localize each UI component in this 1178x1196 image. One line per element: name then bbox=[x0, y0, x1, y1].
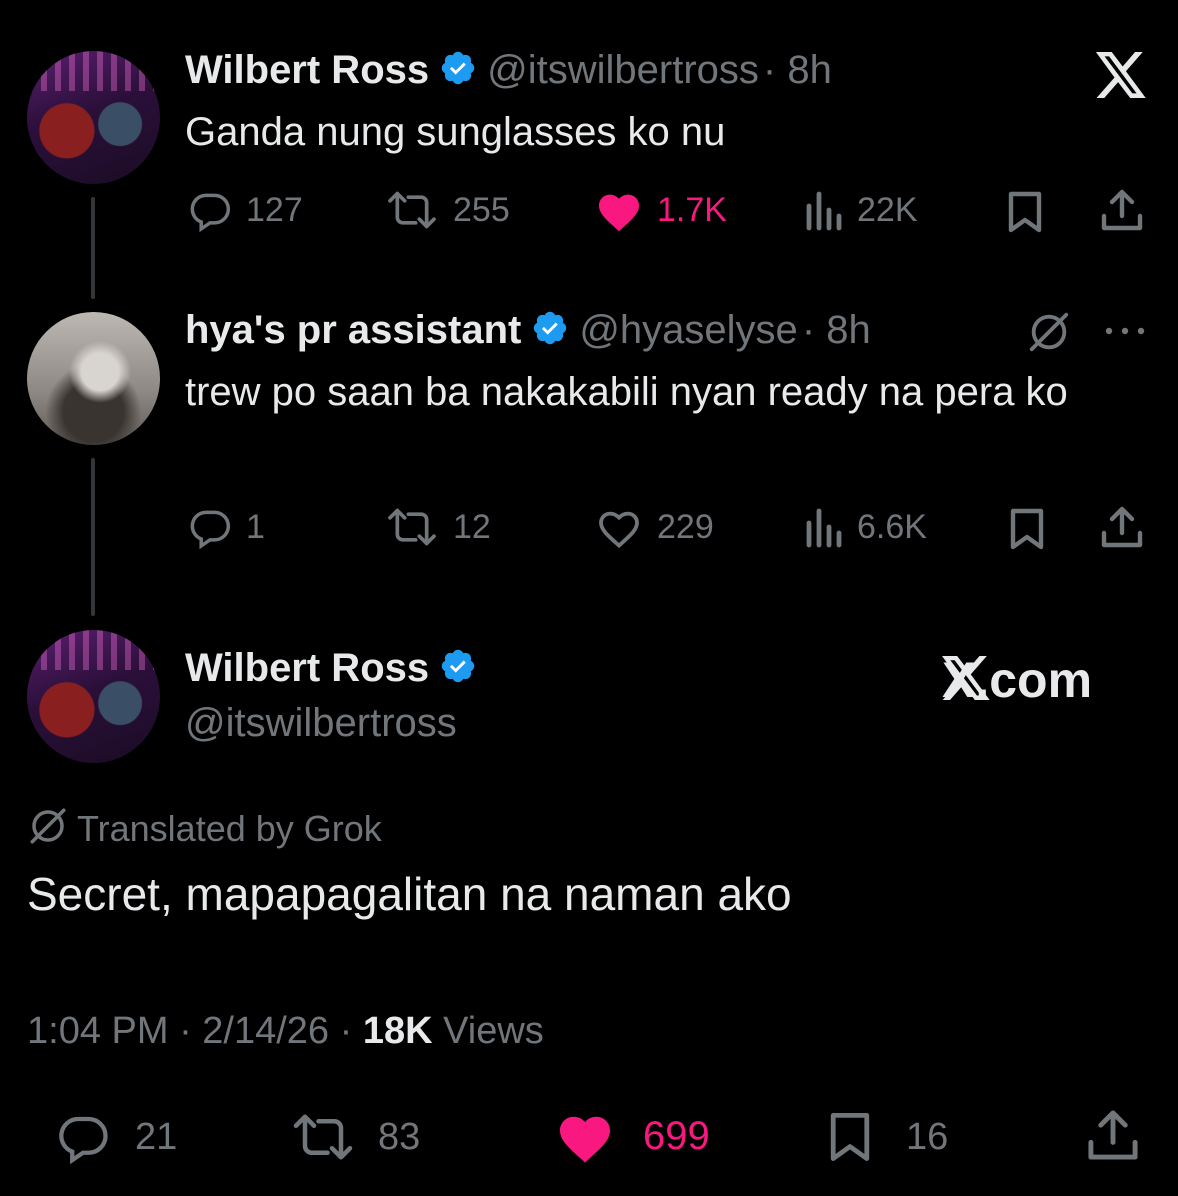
bookmark-icon[interactable] bbox=[1005, 190, 1045, 239]
author-name[interactable]: hya's pr assistant bbox=[185, 308, 521, 353]
views-button[interactable]: 6.6K bbox=[803, 505, 927, 549]
grok-icon[interactable] bbox=[1026, 309, 1072, 360]
repost-icon bbox=[290, 1110, 356, 1164]
views-button[interactable]: 22K bbox=[803, 188, 918, 232]
repost-count: 83 bbox=[378, 1115, 421, 1158]
bookmark-icon[interactable] bbox=[1007, 507, 1047, 556]
views-count: 18K bbox=[362, 1010, 433, 1052]
author-name[interactable]: Wilbert Ross bbox=[185, 48, 429, 93]
bookmark-icon bbox=[826, 1110, 874, 1164]
like-count: 699 bbox=[643, 1113, 710, 1158]
reply-button[interactable]: 1 bbox=[188, 505, 265, 549]
repost-count: 12 bbox=[453, 507, 491, 546]
share-icon[interactable] bbox=[1100, 188, 1144, 237]
author-name[interactable]: Wilbert Ross bbox=[185, 646, 429, 691]
tweet-text: Secret, mapapagalitan na naman ako bbox=[27, 868, 792, 920]
views-label: Views bbox=[432, 1010, 544, 1052]
tweet-time[interactable]: · 8h bbox=[802, 308, 871, 353]
tweet-time[interactable]: · 8h bbox=[763, 48, 832, 93]
translated-text: Translated by Grok bbox=[77, 807, 382, 849]
repost-button[interactable]: 83 bbox=[290, 1110, 420, 1164]
reply-icon bbox=[188, 188, 232, 232]
share-icon[interactable] bbox=[1100, 505, 1144, 554]
avatar[interactable] bbox=[27, 51, 160, 184]
avatar[interactable] bbox=[27, 312, 160, 445]
repost-button[interactable]: 255 bbox=[385, 188, 510, 232]
reply-button[interactable]: 127 bbox=[188, 188, 303, 232]
repost-icon bbox=[385, 505, 439, 549]
tweet-meta: 1:04 PM · 2/14/26 · 18K Views bbox=[27, 1010, 544, 1053]
verified-badge-icon bbox=[439, 49, 477, 92]
views-count: 22K bbox=[857, 190, 918, 229]
author-handle[interactable]: @itswilbertross bbox=[487, 48, 759, 93]
avatar[interactable] bbox=[27, 630, 160, 763]
like-icon bbox=[595, 505, 643, 549]
reply-count: 21 bbox=[135, 1115, 178, 1158]
reply-icon bbox=[55, 1110, 111, 1164]
like-icon bbox=[595, 188, 643, 232]
thread-line bbox=[91, 458, 95, 616]
like-button[interactable]: 229 bbox=[595, 505, 714, 549]
reply-count: 1 bbox=[246, 507, 265, 546]
views-icon bbox=[803, 505, 843, 549]
verified-badge-icon bbox=[439, 647, 477, 690]
more-icon[interactable] bbox=[1102, 318, 1148, 349]
verified-badge-icon bbox=[531, 309, 569, 352]
repost-icon bbox=[385, 188, 439, 232]
views-count: 6.6K bbox=[857, 507, 927, 546]
like-button[interactable]: 699 bbox=[555, 1108, 710, 1164]
author-handle[interactable]: @hyaselyse bbox=[579, 308, 797, 353]
grok-icon bbox=[27, 805, 69, 852]
reply-button[interactable]: 21 bbox=[55, 1110, 177, 1164]
views-icon bbox=[803, 188, 843, 232]
tweet-text: Ganda nung sunglasses ko nu bbox=[185, 110, 726, 154]
like-count: 1.7K bbox=[657, 190, 727, 229]
repost-count: 255 bbox=[453, 190, 510, 229]
reply-icon bbox=[188, 505, 232, 549]
x-logo-icon bbox=[1095, 52, 1148, 103]
repost-button[interactable]: 12 bbox=[385, 505, 491, 549]
bookmark-count: 16 bbox=[906, 1115, 949, 1158]
tweet-text: trew po saan ba nakakabili nyan ready na… bbox=[185, 370, 1068, 414]
translated-label[interactable]: Translated by Grok bbox=[27, 805, 382, 852]
site-label: X.com bbox=[942, 652, 1093, 708]
like-button[interactable]: 1.7K bbox=[595, 188, 727, 232]
author-handle[interactable]: @itswilbertross bbox=[185, 701, 457, 746]
tweet-timestamp[interactable]: 1:04 PM · 2/14/26 · bbox=[27, 1010, 363, 1052]
like-icon bbox=[555, 1108, 615, 1164]
like-count: 229 bbox=[657, 507, 714, 546]
thread-line bbox=[91, 197, 95, 299]
share-icon[interactable] bbox=[1086, 1108, 1140, 1167]
reply-count: 127 bbox=[246, 190, 303, 229]
site-watermark: X.com bbox=[942, 651, 1092, 709]
bookmark-button[interactable]: 16 bbox=[826, 1110, 948, 1164]
